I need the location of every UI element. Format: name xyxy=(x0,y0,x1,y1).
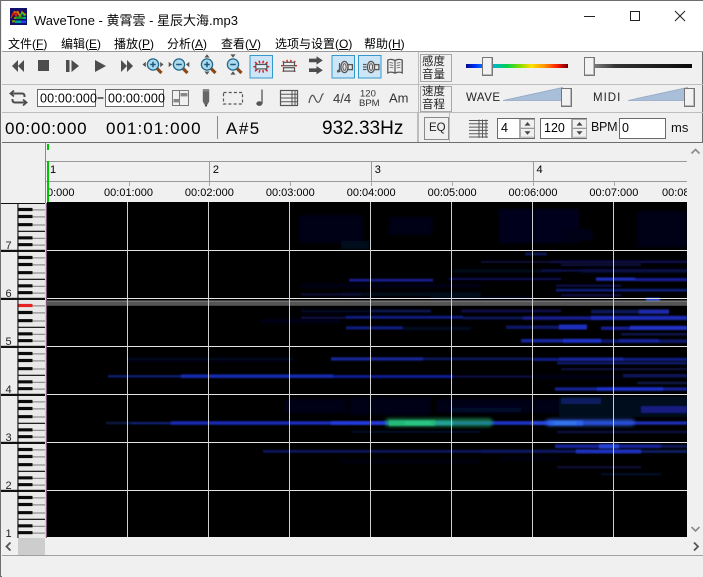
svg-text:00:00:000: 00:00:000 xyxy=(108,92,165,106)
svg-text:4/4: 4/4 xyxy=(333,91,351,106)
svg-text:00:00:000: 00:00:000 xyxy=(40,92,97,106)
svg-text:BPM: BPM xyxy=(359,98,380,109)
svg-text:1: 1 xyxy=(6,528,12,538)
svg-text:Am: Am xyxy=(389,91,409,106)
